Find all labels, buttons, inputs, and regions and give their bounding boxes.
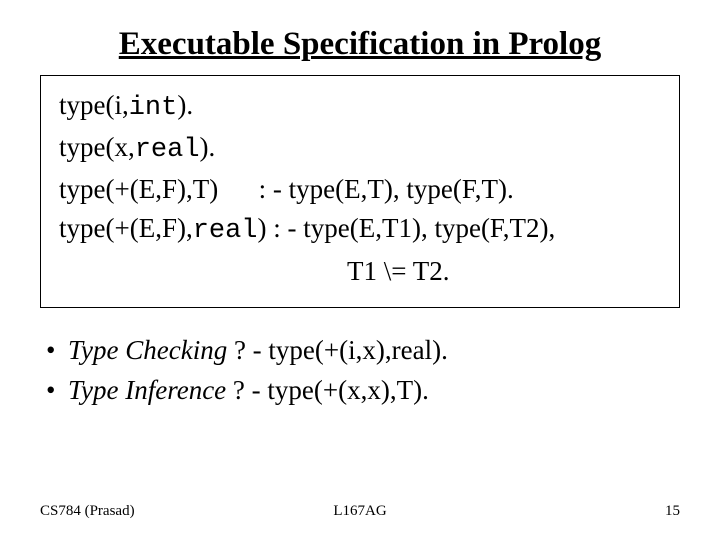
bullet-dot-icon: • <box>46 330 68 371</box>
bullet-dot-icon: • <box>46 370 68 411</box>
bullet-item-type-checking: • Type Checking ? - type(+(i,x),real). <box>46 330 680 371</box>
code-line-3: type(+(E,F),T) : - type(E,T), type(F,T). <box>59 170 661 209</box>
text: type(+(E,F), <box>59 213 193 243</box>
prolog-code-block: type(i,int). type(x,real). type(+(E,F),T… <box>40 75 680 308</box>
bullet-list: • Type Checking ? - type(+(i,x),real). •… <box>40 330 680 411</box>
code-line-2: type(x,real). <box>59 128 661 170</box>
bullet-text: Type Checking ? - type(+(i,x),real). <box>68 330 448 371</box>
bullet-code: ? - type(+(i,x),real). <box>227 335 448 365</box>
slide-title: Executable Specification in Prolog <box>40 26 680 63</box>
bullet-item-type-inference: • Type Inference ? - type(+(x,x),T). <box>46 370 680 411</box>
text: type(i, <box>59 90 129 120</box>
code-line-1: type(i,int). <box>59 86 661 128</box>
bullet-text: Type Inference ? - type(+(x,x),T). <box>68 370 429 411</box>
bullet-code: ? - type(+(x,x),T). <box>226 375 429 405</box>
bullet-label: Type Inference <box>68 375 226 405</box>
slide: Executable Specification in Prolog type(… <box>0 0 720 540</box>
code-line-4: type(+(E,F),real) : - type(E,T1), type(F… <box>59 209 661 251</box>
text: ). <box>200 132 216 162</box>
text: ). <box>177 90 193 120</box>
keyword-real: real <box>193 216 258 246</box>
footer-center: L167AG <box>40 503 680 520</box>
code-line-5: T1 \= T2. <box>59 252 661 291</box>
slide-footer: CS784 (Prasad) L167AG 15 <box>40 503 680 520</box>
text: type(x, <box>59 132 135 162</box>
keyword-int: int <box>129 93 178 123</box>
bullet-label: Type Checking <box>68 335 227 365</box>
keyword-real: real <box>135 135 200 165</box>
text: ) : - type(E,T1), type(F,T2), <box>258 213 556 243</box>
